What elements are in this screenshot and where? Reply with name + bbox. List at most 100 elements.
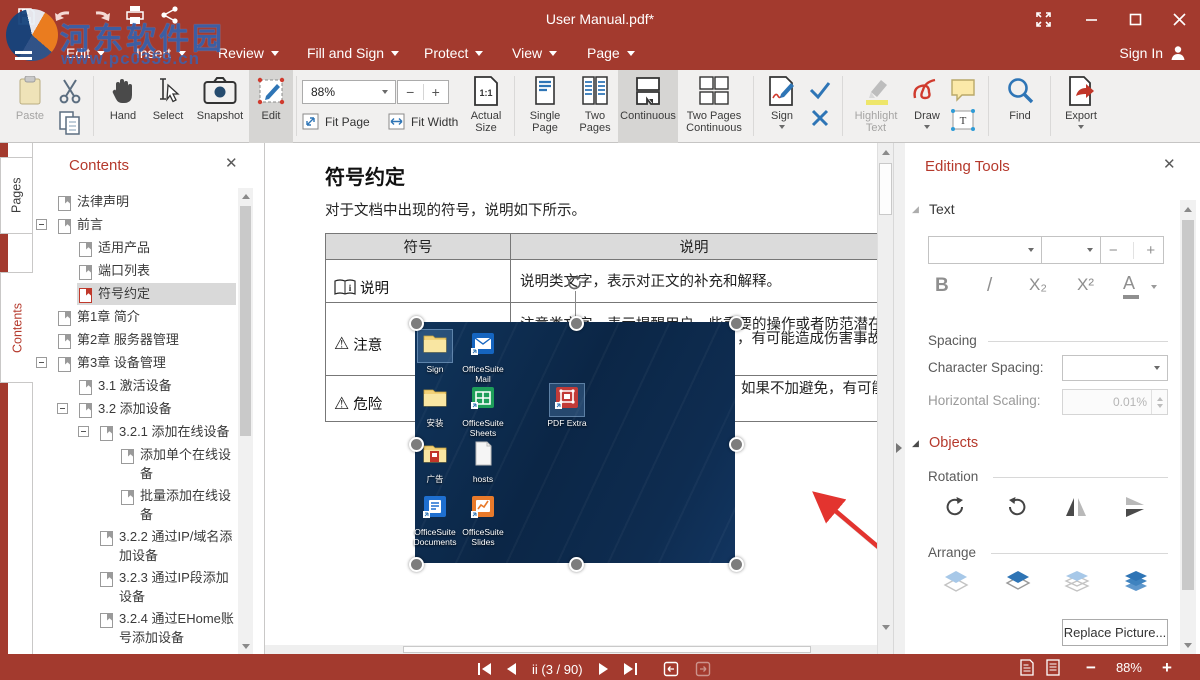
- font-color-button[interactable]: A: [1123, 273, 1139, 299]
- reject-x-button[interactable]: [810, 108, 830, 133]
- zoom-out-button[interactable]: −: [398, 84, 424, 100]
- resize-handle-e[interactable]: [729, 437, 744, 452]
- scroll-down-icon[interactable]: [1184, 643, 1192, 648]
- character-spacing-select[interactable]: [1062, 355, 1168, 381]
- maximize-button[interactable]: [1120, 8, 1150, 30]
- collapse-box-icon[interactable]: [36, 357, 47, 368]
- select-tool-button[interactable]: Select: [147, 75, 189, 138]
- export-button[interactable]: Export: [1056, 75, 1106, 138]
- red-arrow-annotation[interactable]: [793, 477, 877, 561]
- single-page-button[interactable]: Single Page: [519, 75, 571, 138]
- next-view-icon[interactable]: [695, 661, 711, 677]
- subscript-button[interactable]: X₂: [1029, 275, 1047, 295]
- document-vscrollbar[interactable]: [877, 143, 893, 654]
- tree-item[interactable]: 3.2.3 通过IP段添加设备: [36, 567, 236, 608]
- scroll-up-icon[interactable]: [882, 150, 890, 155]
- flip-horizontal-button[interactable]: [1064, 495, 1088, 524]
- collapse-box-icon[interactable]: [78, 426, 89, 437]
- tree-item[interactable]: 符号约定: [36, 283, 236, 306]
- previous-page-button[interactable]: [507, 663, 516, 675]
- menu-view[interactable]: View: [512, 45, 557, 61]
- tree-item[interactable]: 第1章 简介: [36, 306, 236, 329]
- tree-item[interactable]: 3.2.2 通过IP/域名添加设备: [36, 526, 236, 567]
- fit-page-button[interactable]: Fit Page: [302, 113, 370, 130]
- document-hscrollbar[interactable]: [265, 645, 877, 654]
- scroll-down-icon[interactable]: [882, 625, 890, 630]
- close-icon[interactable]: ✕: [225, 157, 238, 171]
- document-page[interactable]: 符号约定 对于文档中出现的符号，说明如下所示。 符号 说明 i 说明 说明类文字…: [265, 143, 877, 654]
- replace-picture-button[interactable]: Replace Picture...: [1062, 619, 1168, 646]
- tree-item[interactable]: 3.2 添加设备: [36, 398, 236, 421]
- sidebar-tab-contents[interactable]: Contents: [0, 272, 34, 383]
- rotate-left-button[interactable]: [1005, 495, 1029, 524]
- editing-tools-scrollbar[interactable]: [1180, 200, 1196, 654]
- send-to-back-button[interactable]: [1064, 569, 1090, 598]
- chevron-down-icon[interactable]: [1151, 285, 1157, 289]
- tree-item[interactable]: 端口列表: [36, 260, 236, 283]
- zoom-level-select[interactable]: 88%: [302, 80, 396, 104]
- collapse-panel-icon[interactable]: [896, 443, 902, 453]
- scroll-up-icon[interactable]: [1184, 207, 1192, 212]
- continuous-view-icon[interactable]: [1046, 659, 1060, 676]
- collapse-box-icon[interactable]: [57, 403, 68, 414]
- copy-button[interactable]: [58, 110, 82, 141]
- tree-item[interactable]: 批量添加在线设备: [36, 485, 236, 526]
- scrollbar-thumb[interactable]: [240, 206, 251, 436]
- resize-handle-sw[interactable]: [409, 557, 424, 572]
- sign-in-button[interactable]: Sign In: [1119, 45, 1186, 61]
- bring-forward-button[interactable]: [1005, 569, 1031, 598]
- menu-review[interactable]: Review: [218, 45, 279, 61]
- close-button[interactable]: [1164, 8, 1194, 30]
- continuous-view-button[interactable]: Continuous: [618, 70, 678, 143]
- approve-check-button[interactable]: [808, 80, 832, 105]
- tree-item[interactable]: 添加单个在线设备: [36, 444, 236, 485]
- section-collapse-icon[interactable]: ◢: [912, 439, 919, 449]
- find-button[interactable]: Find: [996, 75, 1044, 138]
- resize-handle-nw[interactable]: [409, 316, 424, 331]
- minimize-button[interactable]: [1076, 8, 1106, 30]
- panel-splitter[interactable]: [893, 143, 905, 654]
- rotation-handle-icon[interactable]: [566, 274, 584, 292]
- menu-protect[interactable]: Protect: [424, 45, 483, 61]
- first-page-button[interactable]: [478, 663, 491, 675]
- scroll-down-icon[interactable]: [242, 644, 250, 649]
- fit-width-button[interactable]: Fit Width: [388, 113, 458, 130]
- actual-size-button[interactable]: 1:1 Actual Size: [462, 75, 510, 138]
- italic-button[interactable]: /: [987, 275, 992, 297]
- statusbar-zoom-level[interactable]: 88%: [1116, 660, 1142, 675]
- selected-picture[interactable]: Sign OfficeSuite Mail 安装 OfficeSuite She…: [415, 322, 735, 563]
- menu-insert[interactable]: Insert: [136, 45, 186, 61]
- tree-item[interactable]: 3.1 激活设备: [36, 375, 236, 398]
- highlight-text-button[interactable]: Highlight Text: [847, 75, 905, 138]
- contents-scrollbar[interactable]: [238, 188, 253, 654]
- collapse-box-icon[interactable]: [36, 219, 47, 230]
- sidebar-tab-pages[interactable]: Pages: [0, 157, 33, 234]
- last-page-button[interactable]: [624, 663, 637, 675]
- sign-button[interactable]: Sign: [760, 75, 804, 138]
- font-family-select[interactable]: [928, 236, 1042, 264]
- resize-handle-ne[interactable]: [729, 316, 744, 331]
- tree-item[interactable]: 第2章 服务器管理: [36, 329, 236, 352]
- hand-tool-button[interactable]: Hand: [100, 75, 146, 138]
- page-indicator[interactable]: ii (3 / 90): [532, 662, 583, 677]
- two-pages-button[interactable]: Two Pages: [572, 75, 618, 138]
- resize-handle-n[interactable]: [569, 316, 584, 331]
- close-icon[interactable]: ✕: [1163, 158, 1176, 172]
- tree-item[interactable]: 第3章 设备管理: [36, 352, 236, 375]
- previous-view-icon[interactable]: [663, 661, 679, 677]
- font-size-select[interactable]: [1041, 236, 1101, 264]
- zoom-in-button[interactable]: +: [424, 84, 449, 100]
- tree-item[interactable]: 3.2.4 通过EHome账号添加设备: [36, 608, 236, 649]
- resize-handle-se[interactable]: [729, 557, 744, 572]
- fullscreen-button[interactable]: [1028, 8, 1058, 30]
- increase-font-button[interactable]: +: [1133, 242, 1155, 259]
- tree-item[interactable]: 3.2.1 添加在线设备: [36, 421, 236, 444]
- edit-tool-button[interactable]: Edit: [249, 70, 293, 143]
- superscript-button[interactable]: X²: [1077, 275, 1094, 295]
- scrollbar-thumb[interactable]: [1182, 220, 1194, 590]
- resize-handle-s[interactable]: [569, 557, 584, 572]
- next-page-button[interactable]: [599, 663, 608, 675]
- resize-handle-w[interactable]: [409, 437, 424, 452]
- scrollbar-thumb[interactable]: [403, 646, 811, 653]
- paste-button[interactable]: Paste: [8, 75, 52, 138]
